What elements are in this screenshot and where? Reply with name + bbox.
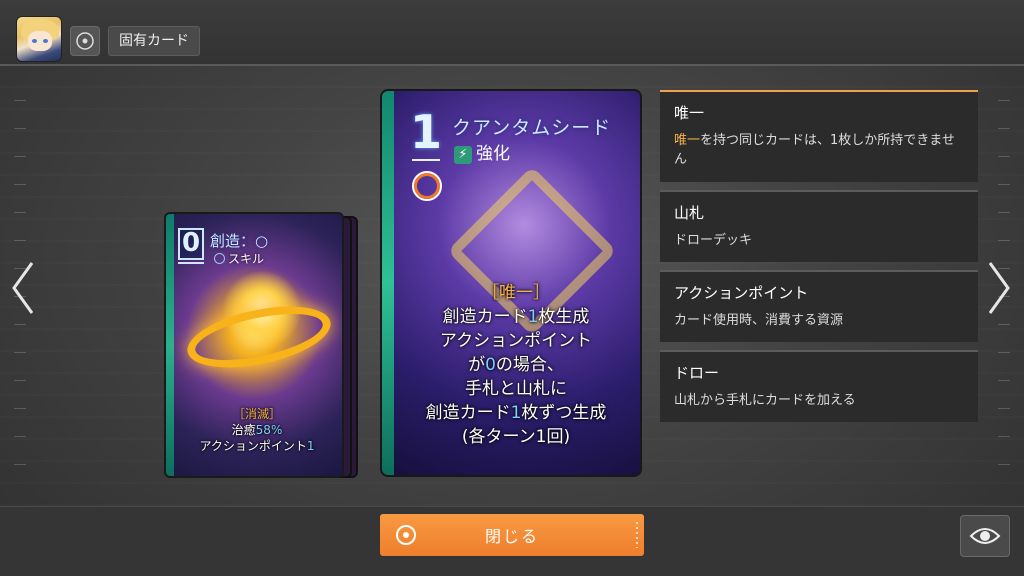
card-effect: ［唯一］ 創造カード1枚生成 アクションポイント が0の場合、 手札と山札に 創… xyxy=(425,283,607,447)
next-arrow-button[interactable] xyxy=(982,258,1016,318)
glossary-action-point: アクションポイント カード使用時、消費する資源 xyxy=(660,270,978,342)
card-type: ⚡ 強化 xyxy=(454,139,510,164)
chevron-right-icon xyxy=(988,262,1010,314)
card-effect: ［消滅］ 治癒58% アクションポイント1 xyxy=(199,407,315,453)
target-icon xyxy=(412,171,442,201)
circle-dot-icon xyxy=(396,525,416,545)
card-cost: 1 xyxy=(410,105,443,159)
character-avatar[interactable] xyxy=(16,16,62,62)
glossary-draw: ドロー 山札から手札にカードを加える xyxy=(660,350,978,422)
lightning-icon: ⚡ xyxy=(454,146,472,164)
chevron-left-icon xyxy=(12,262,34,314)
skill-icon xyxy=(214,253,225,264)
unique-card-tab[interactable]: 固有カード xyxy=(108,26,200,56)
created-card[interactable]: 0 創造：○ スキル ［消滅］ 治癒58% アクションポイント1 xyxy=(164,212,344,478)
card-name: 創造：○ xyxy=(210,232,269,250)
target-icon-button[interactable] xyxy=(70,26,100,56)
close-button[interactable]: 閉じる xyxy=(380,514,644,556)
target-icon xyxy=(76,32,94,50)
card-type: スキル xyxy=(214,250,264,267)
glossary-unique: 唯一 唯一を持つ同じカードは、1枚しか所持できません xyxy=(660,90,978,182)
card-name: クアンタムシード xyxy=(452,117,612,139)
top-bar: 固有カード xyxy=(0,0,1024,66)
generated-card-stack[interactable]: 0 創造：○ スキル ［消滅］ 治癒58% アクションポイント1 xyxy=(164,212,360,480)
card-cost: 0 xyxy=(178,228,204,260)
toggle-view-button[interactable] xyxy=(960,515,1010,557)
glossary-deck: 山札 ドローデッキ xyxy=(660,190,978,262)
quantum-seed-card[interactable]: 1 クアンタムシード ⚡ 強化 ［唯一］ 創造カード1枚生成 アクションポイント … xyxy=(380,89,642,477)
prev-arrow-button[interactable] xyxy=(6,258,40,318)
eye-icon xyxy=(969,528,1001,544)
